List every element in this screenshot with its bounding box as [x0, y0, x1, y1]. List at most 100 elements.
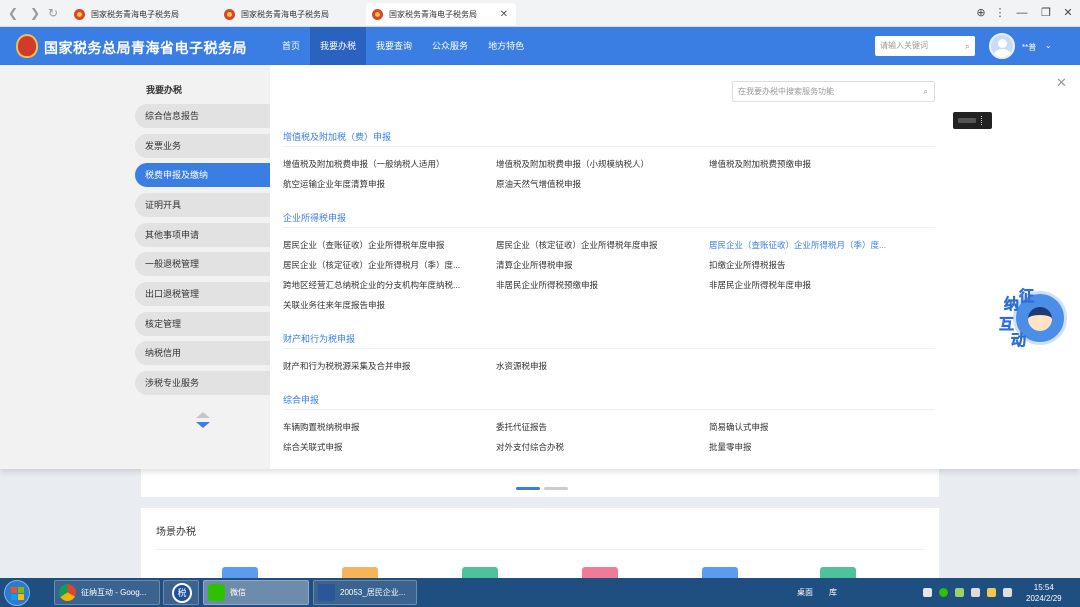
- taskbar-window-chrome[interactable]: 征纳互动 - Goog...: [54, 580, 160, 605]
- service-link[interactable]: 跨地区经营汇总纳税企业的分支机构年度纳税...: [283, 279, 488, 291]
- service-link[interactable]: 居民企业（查账征收）企业所得税年度申报: [283, 239, 488, 251]
- scene-icon[interactable]: [702, 567, 738, 578]
- service-link[interactable]: 关联业务往来年度报告申报: [283, 299, 488, 311]
- wechat-icon: [208, 584, 225, 601]
- sidebar-item[interactable]: 发票业务: [135, 134, 270, 158]
- os-taskbar: 征纳互动 - Goog... 税 微信 20053_居民企业... 桌面 库 1…: [0, 578, 1080, 607]
- service-link[interactable]: 非居民企业所得税预缴申报: [496, 279, 701, 291]
- service-link[interactable]: 增值税及附加税费预缴申报: [709, 158, 914, 170]
- chevron-down-icon[interactable]: ⌄: [1045, 41, 1052, 50]
- service-link[interactable]: 水资源税申报: [496, 360, 701, 372]
- avatar[interactable]: [989, 33, 1015, 59]
- sidebar-item[interactable]: 证明开具: [135, 193, 270, 217]
- service-link-highlighted[interactable]: 居民企业（查账征收）企业所得税月（季）度...: [709, 239, 914, 251]
- scroll-up-icon[interactable]: [196, 412, 210, 418]
- taskbar-window-label: 微信: [230, 588, 246, 597]
- browser-tab[interactable]: 国家税务青海电子税务局: [68, 3, 218, 25]
- service-link[interactable]: 航空运输企业年度清算申报: [283, 178, 488, 190]
- sidebar-item[interactable]: 纳税信用: [135, 341, 270, 365]
- service-link[interactable]: 原油天然气增值税申报: [496, 178, 701, 190]
- close-icon[interactable]: ✕: [1056, 75, 1067, 91]
- service-link[interactable]: 增值税及附加税费申报（一般纳税人适用）: [283, 158, 488, 170]
- library-toolbar[interactable]: 库: [829, 587, 837, 598]
- tray-app-icon[interactable]: [955, 588, 964, 597]
- search-icon[interactable]: ⌕: [965, 36, 970, 56]
- service-link[interactable]: 批量零申报: [709, 441, 914, 453]
- notification-icon[interactable]: [923, 588, 932, 597]
- service-link[interactable]: 简易确认式申报: [709, 421, 914, 433]
- network-icon[interactable]: [971, 588, 980, 597]
- globe-icon[interactable]: ⊕: [973, 5, 989, 21]
- taskbar-window-wechat[interactable]: 微信: [203, 580, 309, 605]
- nav-local-features[interactable]: 地方特色: [478, 27, 534, 65]
- search-icon[interactable]: ⌕: [924, 82, 928, 101]
- site-favicon-icon: [224, 8, 235, 20]
- divider: [283, 348, 935, 349]
- floating-toolbar[interactable]: [953, 112, 992, 129]
- forward-icon[interactable]: ❯: [27, 5, 43, 21]
- service-search-input[interactable]: 在我要办税中搜索服务功能 ⌕: [732, 81, 935, 102]
- sidebar-item[interactable]: 其他事项申请: [135, 223, 270, 247]
- tax-app-icon: 税: [172, 583, 192, 603]
- service-link[interactable]: 清算企业所得税申报: [496, 259, 701, 271]
- sidebar-item[interactable]: 出口退税管理: [135, 282, 270, 306]
- service-link[interactable]: 财产和行为税税源采集及合并申报: [283, 360, 488, 372]
- sidebar-item[interactable]: 涉税专业服务: [135, 371, 270, 395]
- header-search-input[interactable]: 请输入关键词 ⌕: [875, 36, 975, 56]
- service-link[interactable]: 委托代征报告: [496, 421, 701, 433]
- back-icon[interactable]: ❮: [5, 5, 21, 21]
- service-link[interactable]: 车辆购置税纳税申报: [283, 421, 488, 433]
- scene-icon[interactable]: [820, 567, 856, 578]
- start-button[interactable]: [4, 580, 30, 606]
- restore-icon[interactable]: ❐: [1038, 5, 1054, 21]
- desktop-toolbar[interactable]: 桌面: [797, 587, 813, 598]
- service-link[interactable]: 居民企业（核定征收）企业所得税月（季）度...: [283, 259, 488, 271]
- mascot-char: 征: [1019, 288, 1035, 306]
- mascot-icon: [1028, 307, 1052, 331]
- sidebar-item[interactable]: 一般退税管理: [135, 252, 270, 276]
- taskbar-clock[interactable]: 15:54 2024/2/29: [1026, 582, 1062, 604]
- taskbar-window-word[interactable]: 20053_居民企业...: [313, 580, 417, 605]
- scroll-down-icon[interactable]: [196, 422, 210, 428]
- interaction-mascot-button[interactable]: 征 纳 互 动: [998, 285, 1070, 353]
- scene-icon[interactable]: [462, 567, 498, 578]
- site-favicon-icon: [74, 8, 85, 20]
- reload-icon[interactable]: ↻: [45, 5, 61, 21]
- nav-home[interactable]: 首页: [272, 27, 310, 65]
- volume-icon[interactable]: [1003, 588, 1012, 597]
- nav-tax-handling[interactable]: 我要办税: [310, 27, 367, 65]
- carousel-dot[interactable]: [544, 487, 568, 490]
- site-title: 国家税务总局青海省电子税务局: [44, 40, 247, 56]
- scene-icon[interactable]: [342, 567, 378, 578]
- taskbar-window-tax-app[interactable]: 税: [163, 580, 199, 605]
- site-favicon-icon: [372, 8, 383, 20]
- service-link[interactable]: 扣缴企业所得税报告: [709, 259, 914, 271]
- browser-tab[interactable]: 国家税务青海电子税务局: [218, 3, 368, 25]
- tray-app-icon[interactable]: [987, 588, 996, 597]
- scene-icon[interactable]: [222, 567, 258, 578]
- browser-tab-active[interactable]: 国家税务青海电子税务局 ✕: [366, 3, 516, 25]
- service-link[interactable]: 综合关联式申报: [283, 441, 488, 453]
- service-link[interactable]: 非居民企业所得税年度申报: [709, 279, 914, 291]
- sidebar-item[interactable]: 核定管理: [135, 312, 270, 336]
- service-link[interactable]: 居民企业（核定征收）企业所得税年度申报: [496, 239, 701, 251]
- wechat-tray-icon[interactable]: [939, 588, 948, 597]
- section-title: 综合申报: [283, 395, 320, 405]
- scene-card: [141, 508, 939, 578]
- carousel-dot-active[interactable]: [516, 487, 540, 490]
- nav-query[interactable]: 我要查询: [366, 27, 422, 65]
- tab-close-icon[interactable]: ✕: [500, 9, 508, 20]
- tax-menu-overlay: 我要办税 综合信息报告 发票业务 税费申报及缴纳 证明开具 其他事项申请 一般退…: [0, 65, 1080, 469]
- sidebar-item-active[interactable]: 税费申报及缴纳: [135, 163, 270, 187]
- browser-titlebar: ❮ ❯ ↻ 国家税务青海电子税务局 国家税务青海电子税务局 国家税务青海电子税务…: [0, 0, 1080, 27]
- username[interactable]: **普: [1022, 42, 1036, 53]
- service-link[interactable]: 增值税及附加税费申报（小规模纳税人）: [496, 158, 701, 170]
- minimize-icon[interactable]: —: [1014, 5, 1030, 21]
- service-link[interactable]: 对外支付综合办税: [496, 441, 701, 453]
- tab-title: 国家税务青海电子税务局: [241, 9, 329, 19]
- more-menu-icon[interactable]: ⋮: [992, 5, 1008, 21]
- sidebar-item[interactable]: 综合信息报告: [135, 104, 270, 128]
- window-close-icon[interactable]: ✕: [1060, 5, 1076, 21]
- nav-public-service[interactable]: 公众服务: [422, 27, 478, 65]
- scene-icon[interactable]: [582, 567, 618, 578]
